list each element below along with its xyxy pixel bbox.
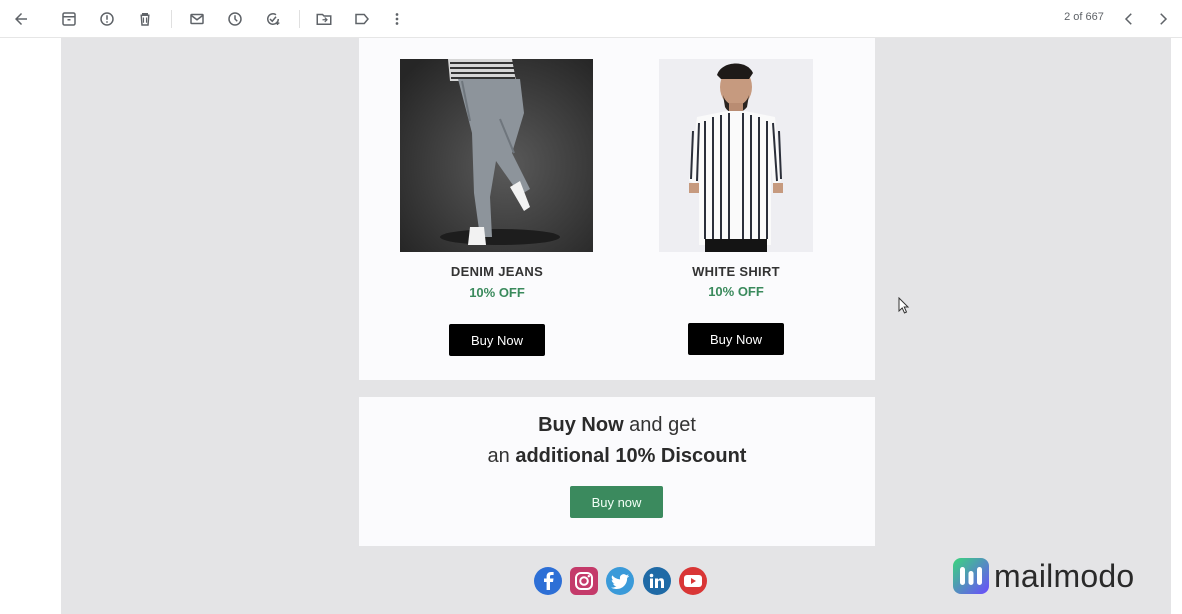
instagram-icon[interactable]	[570, 567, 598, 595]
move-to-icon[interactable]	[312, 7, 336, 31]
promo-headline-line2: an additional 10% Discount	[359, 445, 875, 468]
promo-bold-text: additional 10% Discount	[515, 445, 747, 467]
denim-jeans-image[interactable]	[400, 59, 593, 252]
buy-now-promo-button[interactable]: Buy now	[570, 486, 663, 518]
more-vert-icon[interactable]	[385, 7, 409, 31]
mailmodo-logo: mailmodo	[952, 556, 1134, 596]
promo-card: Buy Now and get an additional 10% Discou…	[359, 397, 875, 546]
promo-text: and get	[623, 414, 696, 436]
linkedin-icon[interactable]	[643, 567, 671, 595]
promo-text: an	[487, 445, 516, 467]
youtube-icon[interactable]	[679, 567, 707, 595]
product-name-shirt: WHITE SHIRT	[692, 264, 780, 279]
promo-bold-text: Buy Now	[538, 414, 624, 436]
buy-now-denim-button[interactable]: Buy Now	[449, 324, 545, 356]
pager-count: 2 of 667	[1064, 11, 1104, 23]
promo-headline-line1: Buy Now and get	[359, 414, 875, 437]
label-icon[interactable]	[350, 7, 374, 31]
chevron-left-icon[interactable]	[1117, 7, 1141, 31]
snooze-icon[interactable]	[223, 7, 247, 31]
mark-unread-icon[interactable]	[185, 7, 209, 31]
mailmodo-wordmark: mailmodo	[994, 557, 1135, 594]
product-discount-denim: 10% OFF	[469, 285, 525, 300]
email-toolbar: 2 of 667	[0, 0, 1182, 38]
twitter-icon[interactable]	[606, 567, 634, 595]
facebook-icon[interactable]	[534, 567, 562, 595]
product-name-denim: DENIM JEANS	[450, 264, 544, 279]
back-arrow-icon[interactable]	[9, 7, 33, 31]
buy-now-shirt-button[interactable]: Buy Now	[688, 323, 784, 355]
products-card: DENIM JEANS 10% OFF Buy Now WHITE SHIRT …	[359, 38, 875, 380]
mouse-cursor-icon	[898, 296, 910, 320]
delete-icon[interactable]	[133, 7, 157, 31]
add-task-icon[interactable]	[261, 7, 285, 31]
product-discount-shirt: 10% OFF	[708, 284, 764, 299]
archive-icon[interactable]	[57, 7, 81, 31]
chevron-right-icon[interactable]	[1151, 7, 1175, 31]
report-spam-icon[interactable]	[95, 7, 119, 31]
white-shirt-image[interactable]	[659, 59, 813, 252]
toolbar-divider	[299, 10, 300, 28]
mailmodo-logo-icon	[953, 558, 989, 594]
toolbar-divider	[171, 10, 172, 28]
